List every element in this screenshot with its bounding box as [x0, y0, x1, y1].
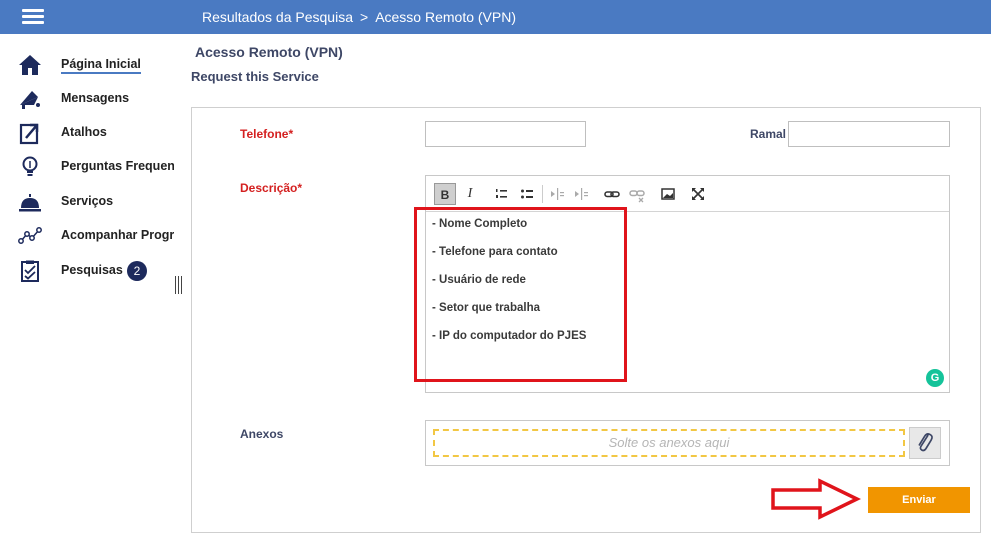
page-title: Acesso Remoto (VPN) — [195, 44, 343, 60]
required-mark: * — [288, 127, 294, 141]
sidebar-item-pesquisas[interactable]: Pesquisas 2 — [0, 256, 174, 286]
attach-button[interactable] — [909, 427, 941, 459]
sidebar-item-pagina-inicial[interactable]: Página Inicial — [0, 50, 174, 80]
sidebar-item-label: Pesquisas — [61, 263, 123, 277]
descricao-label-text: Descrição — [240, 181, 298, 195]
breadcrumb-parent-link[interactable]: Resultados da Pesquisa — [202, 9, 353, 25]
fullscreen-icon[interactable] — [687, 183, 709, 205]
editor-content[interactable]: - Nome Completo - Telefone para contato … — [432, 218, 586, 358]
paperclip-icon — [918, 433, 933, 452]
description-editor[interactable]: B I - Nome Completo - Telefone para cont… — [425, 175, 950, 393]
ordered-list-icon[interactable] — [490, 183, 512, 205]
breadcrumb-current: Acesso Remoto (VPN) — [375, 9, 517, 25]
grammarly-icon[interactable]: G — [926, 369, 944, 387]
indent-icon[interactable] — [570, 183, 592, 205]
megaphone-icon — [20, 91, 40, 109]
submit-button[interactable]: Enviar — [868, 487, 970, 513]
sidebar-item-servicos[interactable]: Serviços — [0, 187, 174, 217]
telefone-label: Telefone* — [240, 127, 293, 141]
link-icon[interactable] — [601, 183, 623, 205]
sidebar-item-atalhos[interactable]: Atalhos — [0, 118, 174, 148]
bold-button[interactable]: B — [434, 183, 456, 205]
sidebar-item-label: Atalhos — [61, 125, 107, 139]
attachment-dropzone[interactable]: Solte os anexos aqui — [433, 429, 905, 457]
sidebar-item-label: Mensagens — [61, 91, 130, 105]
progress-icon — [18, 227, 42, 244]
descricao-label: Descrição* — [240, 181, 302, 195]
page-subtitle: Request this Service — [191, 69, 319, 84]
menu-icon[interactable] — [22, 9, 44, 25]
breadcrumb: Resultados da Pesquisa > Acesso Remoto (VP… — [202, 9, 516, 25]
top-bar: Resultados da Pesquisa > Acesso Remoto (VP… — [0, 0, 991, 34]
annotation-arrow-icon — [771, 478, 862, 520]
description-line: - Setor que trabalha — [432, 302, 540, 314]
image-icon[interactable] — [657, 183, 679, 205]
attachments-area: Solte os anexos aqui — [425, 420, 950, 466]
description-line: - Telefone para contato — [432, 246, 558, 258]
shortcut-icon — [19, 123, 39, 145]
sidebar-item-acompanhar-progresso[interactable]: Acompanhar Progresso — [0, 221, 174, 251]
sidebar-item-label: Serviços — [61, 194, 114, 208]
telefone-field[interactable] — [425, 121, 586, 147]
unlink-icon[interactable] — [626, 183, 648, 205]
description-line: - Usuário de rede — [432, 274, 526, 286]
sidebar-item-label: Acompanhar Progresso — [61, 228, 174, 242]
description-line: - Nome Completo — [432, 218, 528, 230]
bullet-list-icon[interactable] — [516, 183, 538, 205]
sidebar-item-label: Perguntas Frequentes — [61, 159, 174, 173]
home-icon — [19, 55, 41, 75]
telefone-label-text: Telefone — [240, 127, 289, 141]
anexos-label: Anexos — [240, 427, 284, 441]
sidebar-item-label: Página Inicial — [61, 57, 141, 74]
clipboard-icon — [21, 260, 39, 282]
lightbulb-icon — [22, 156, 38, 176]
outdent-icon[interactable] — [546, 183, 568, 205]
breadcrumb-separator: > — [360, 9, 369, 25]
sidebar-item-perguntas-frequentes[interactable]: Perguntas Frequentes — [0, 152, 174, 182]
required-mark: * — [297, 181, 303, 195]
ramal-label: Ramal — [750, 127, 787, 141]
ramal-field[interactable] — [788, 121, 950, 147]
editor-toolbar: B I — [426, 176, 949, 212]
sidebar-resize-handle[interactable] — [174, 276, 182, 296]
sidebar: Página Inicial Mensagens Atalhos Pergunt… — [0, 34, 174, 539]
description-line: - IP do computador do PJES — [432, 330, 587, 342]
italic-button[interactable]: I — [459, 183, 481, 205]
sidebar-item-mensagens[interactable]: Mensagens — [0, 84, 174, 114]
service-bell-icon — [19, 194, 41, 212]
notification-badge: 2 — [127, 261, 147, 281]
